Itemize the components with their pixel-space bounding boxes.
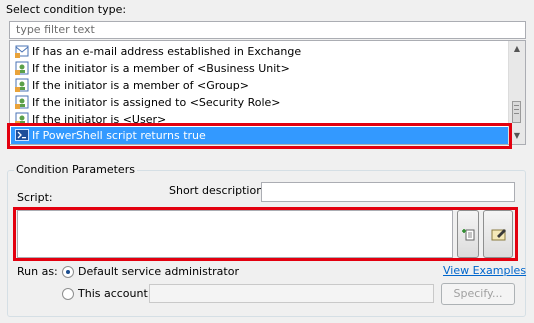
run-as-label: Run as:	[17, 265, 58, 278]
script-input[interactable]	[17, 210, 453, 258]
select-condition-label: Select condition type:	[6, 3, 127, 16]
condition-item-user[interactable]: If the initiator is <User>	[11, 111, 509, 128]
powershell-icon	[15, 128, 29, 142]
view-examples-link[interactable]: View Examples	[443, 264, 526, 277]
condition-label: If PowerShell script returns true	[32, 129, 206, 142]
user-condition-icon	[15, 61, 29, 75]
condition-label: If the initiator is <User>	[32, 113, 167, 126]
list-scrollbar[interactable]: ▲ ▼	[508, 41, 525, 144]
scroll-up-arrow-icon[interactable]: ▲	[509, 41, 525, 57]
condition-item-powershell[interactable]: If PowerShell script returns true	[11, 127, 509, 144]
scroll-down-arrow-icon[interactable]: ▼	[509, 128, 525, 144]
condition-parameters-title: Condition Parameters	[14, 163, 137, 176]
condition-label: If the initiator is assigned to <Securit…	[32, 96, 281, 109]
mail-condition-icon	[15, 44, 29, 58]
condition-list[interactable]: If has an e-mail address established in …	[9, 40, 526, 145]
user-condition-icon	[15, 78, 29, 92]
user-condition-icon	[15, 95, 29, 109]
filter-input[interactable]: type filter text	[9, 21, 526, 39]
condition-label: If the initiator is a member of <Group>	[32, 79, 249, 92]
default-admin-radio[interactable]	[62, 266, 74, 278]
insert-script-icon	[461, 227, 475, 244]
this-account-radio[interactable]	[62, 288, 74, 300]
short-description-input[interactable]	[261, 182, 515, 202]
specify-button[interactable]: Specify...	[441, 283, 515, 305]
this-account-label: This account:	[78, 287, 152, 300]
script-label: Script:	[17, 191, 53, 204]
condition-label: If has an e-mail address established in …	[32, 45, 302, 58]
condition-item-business-unit[interactable]: If the initiator is a member of <Busines…	[11, 60, 509, 77]
scrollbar-thumb[interactable]	[512, 101, 521, 123]
edit-script-icon	[491, 227, 507, 244]
short-description-label: Short description:	[169, 184, 267, 197]
condition-item-group[interactable]: If the initiator is a member of <Group>	[11, 77, 509, 94]
default-admin-label: Default service administrator	[78, 265, 239, 278]
edit-script-button[interactable]	[483, 210, 513, 258]
user-condition-icon	[15, 112, 29, 126]
condition-item-security-role[interactable]: If the initiator is assigned to <Securit…	[11, 94, 509, 111]
insert-script-button[interactable]	[457, 210, 479, 258]
condition-label: If the initiator is a member of <Busines…	[32, 62, 290, 75]
account-input[interactable]	[149, 284, 434, 303]
condition-item-exchange-email[interactable]: If has an e-mail address established in …	[11, 43, 509, 60]
